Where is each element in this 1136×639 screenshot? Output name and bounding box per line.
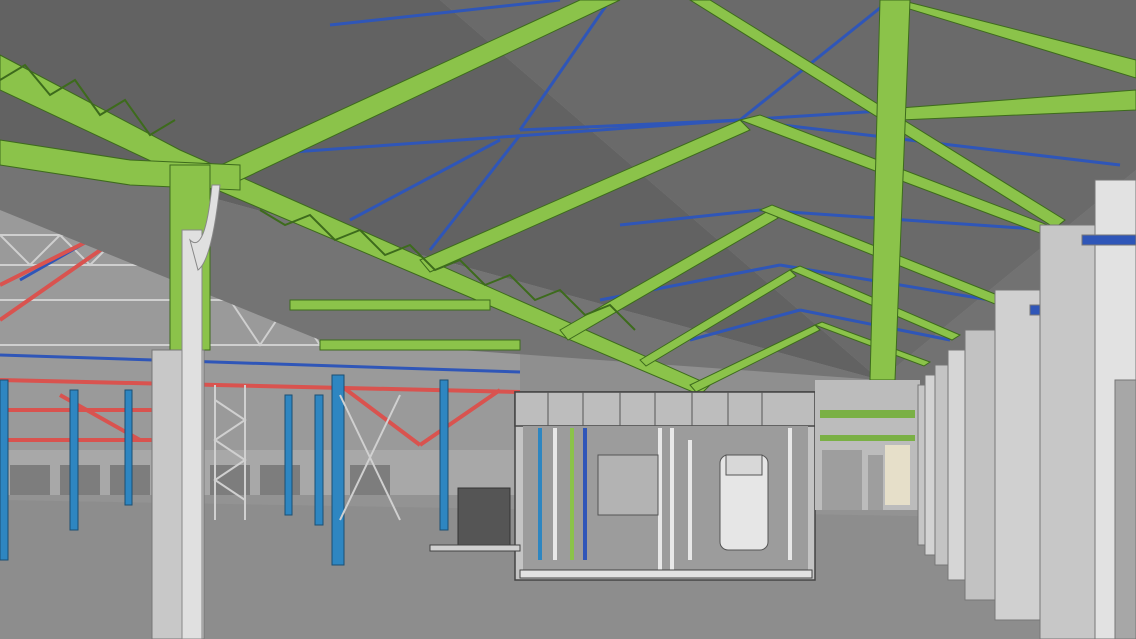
- end-gable-wall: [815, 380, 920, 510]
- 3d-model-viewport[interactable]: [0, 0, 1136, 639]
- equipment-block: [457, 487, 511, 549]
- equipment-room-enclosure: [514, 391, 816, 581]
